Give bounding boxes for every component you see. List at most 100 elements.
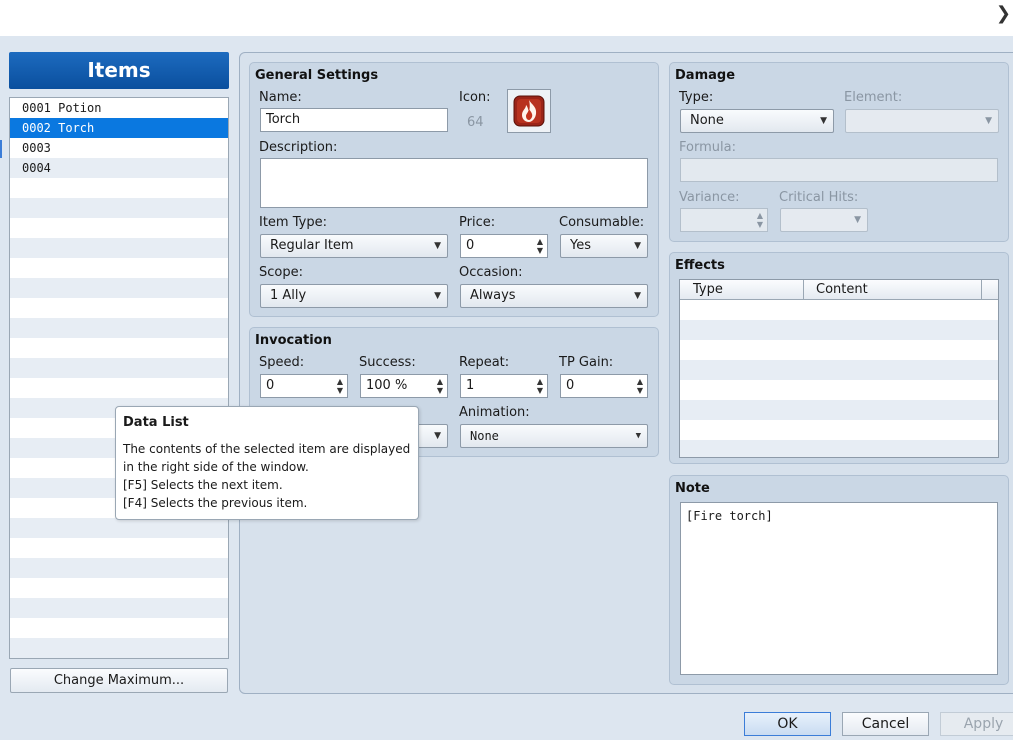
- tp-gain-spinner[interactable]: 0 ▲ ▼: [560, 374, 648, 398]
- item-type-select[interactable]: Regular Item ▼: [260, 234, 448, 258]
- chevron-right-icon[interactable]: ❯: [996, 3, 1011, 24]
- speed-spinner[interactable]: 0 ▲ ▼: [260, 374, 348, 398]
- dropdown-arrow-icon: ▼: [820, 116, 827, 126]
- effects-title: Effects: [675, 258, 725, 273]
- title-bar: ❯: [0, 0, 1013, 36]
- occasion-label: Occasion:: [459, 265, 523, 280]
- success-value: 100 %: [366, 378, 408, 393]
- occasion-select[interactable]: Always ▼: [460, 284, 648, 308]
- scope-select[interactable]: 1 Ally ▼: [260, 284, 448, 308]
- item-icon-button[interactable]: [507, 89, 551, 133]
- list-item[interactable]: 0001 Potion: [10, 98, 228, 118]
- dropdown-arrow-icon: ▼: [854, 215, 861, 225]
- cancel-button[interactable]: Cancel: [842, 712, 929, 736]
- spinner-arrows-icon[interactable]: ▲ ▼: [637, 377, 643, 395]
- fire-icon: [513, 95, 545, 127]
- dropdown-arrow-icon: ▼: [985, 116, 992, 126]
- effects-row[interactable]: [680, 380, 998, 400]
- consumable-select[interactable]: Yes ▼: [560, 234, 648, 258]
- list-item[interactable]: [10, 538, 228, 558]
- list-item[interactable]: [10, 378, 228, 398]
- price-value: 0: [466, 238, 475, 253]
- repeat-label: Repeat:: [459, 355, 510, 370]
- damage-title: Damage: [675, 68, 736, 83]
- effects-row[interactable]: [680, 340, 998, 360]
- effects-column-type[interactable]: Type: [680, 280, 804, 300]
- list-item[interactable]: [10, 358, 228, 378]
- list-item[interactable]: [10, 638, 228, 658]
- spinner-arrows-icon[interactable]: ▲ ▼: [537, 377, 543, 395]
- list-item[interactable]: [10, 178, 228, 198]
- success-spinner[interactable]: 100 % ▲ ▼: [360, 374, 448, 398]
- list-item[interactable]: [10, 338, 228, 358]
- items-list[interactable]: 0001 Potion 0002 Torch 0003 0004: [9, 97, 229, 659]
- list-item[interactable]: [10, 618, 228, 638]
- effects-row[interactable]: [680, 360, 998, 380]
- change-maximum-button[interactable]: Change Maximum...: [10, 668, 228, 693]
- item-type-value: Regular Item: [270, 238, 354, 253]
- tooltip-line: The contents of the selected item are di…: [123, 442, 411, 456]
- note-textarea[interactable]: [Fire torch]: [680, 502, 998, 675]
- list-item[interactable]: [10, 558, 228, 578]
- apply-button[interactable]: Apply: [940, 712, 1013, 736]
- list-item[interactable]: 0004: [10, 158, 228, 178]
- effects-row[interactable]: [680, 300, 998, 320]
- damage-type-label: Type:: [679, 90, 714, 105]
- data-list-tooltip: Data List The contents of the selected i…: [115, 406, 419, 520]
- dropdown-arrow-icon: ▼: [434, 241, 441, 251]
- repeat-spinner[interactable]: 1 ▲ ▼: [460, 374, 548, 398]
- element-label: Element:: [844, 90, 903, 105]
- list-focus-marker: [0, 140, 2, 158]
- list-item[interactable]: [10, 578, 228, 598]
- spinner-arrows-icon[interactable]: ▲ ▼: [757, 211, 763, 229]
- name-field[interactable]: Torch: [260, 108, 448, 132]
- element-select[interactable]: ▼: [845, 109, 999, 133]
- speed-label: Speed:: [259, 355, 305, 370]
- success-label: Success:: [359, 355, 416, 370]
- effects-row[interactable]: [680, 420, 998, 440]
- effects-table[interactable]: Type Content: [679, 279, 999, 458]
- formula-field[interactable]: [680, 158, 998, 182]
- animation-label: Animation:: [459, 405, 530, 420]
- list-item[interactable]: 0003: [10, 138, 228, 158]
- name-label: Name:: [259, 90, 302, 105]
- spinner-arrows-icon[interactable]: ▲ ▼: [537, 237, 543, 255]
- list-item[interactable]: [10, 298, 228, 318]
- list-item[interactable]: [10, 318, 228, 338]
- effects-column-content[interactable]: Content: [804, 280, 982, 300]
- list-item[interactable]: 0002 Torch: [10, 118, 228, 138]
- dropdown-arrow-icon: ▼: [634, 291, 641, 301]
- dropdown-arrow-icon: ▼: [634, 241, 641, 251]
- list-item[interactable]: [10, 258, 228, 278]
- scope-label: Scope:: [259, 265, 303, 280]
- spinner-arrows-icon[interactable]: ▲ ▼: [437, 377, 443, 395]
- spinner-arrows-icon[interactable]: ▲ ▼: [337, 377, 343, 395]
- effects-row[interactable]: [680, 320, 998, 340]
- list-item[interactable]: [10, 518, 228, 538]
- price-label: Price:: [459, 215, 496, 230]
- effects-row[interactable]: [680, 440, 998, 457]
- list-item[interactable]: [10, 238, 228, 258]
- critical-hits-select[interactable]: ▼: [780, 208, 868, 232]
- variance-spinner[interactable]: ▲ ▼: [680, 208, 768, 232]
- critical-hits-label: Critical Hits:: [779, 190, 859, 205]
- list-item[interactable]: [10, 218, 228, 238]
- list-item[interactable]: [10, 278, 228, 298]
- effects-row[interactable]: [680, 400, 998, 420]
- animation-select[interactable]: None ▼: [460, 424, 648, 448]
- invocation-title: Invocation: [255, 333, 332, 348]
- formula-label: Formula:: [679, 140, 736, 155]
- price-spinner[interactable]: 0 ▲ ▼: [460, 234, 548, 258]
- occasion-value: Always: [470, 288, 516, 303]
- ok-button[interactable]: OK: [744, 712, 831, 736]
- variance-label: Variance:: [679, 190, 740, 205]
- damage-type-select[interactable]: None ▼: [680, 109, 834, 133]
- list-item[interactable]: [10, 198, 228, 218]
- tooltip-line: [F5] Selects the next item.: [123, 478, 283, 492]
- consumable-value: Yes: [570, 238, 591, 253]
- list-item[interactable]: [10, 598, 228, 618]
- description-field[interactable]: [260, 158, 648, 208]
- repeat-value: 1: [466, 378, 475, 393]
- scope-value: 1 Ally: [270, 288, 307, 303]
- item-type-label: Item Type:: [259, 215, 327, 230]
